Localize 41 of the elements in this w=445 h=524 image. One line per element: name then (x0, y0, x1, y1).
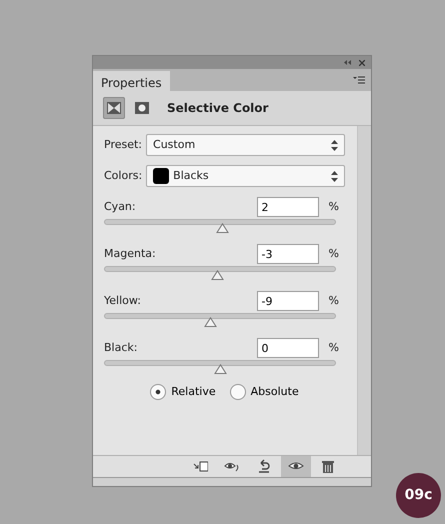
collapse-icon[interactable] (344, 60, 351, 65)
menu-icon[interactable] (353, 76, 365, 84)
slider[interactable] (104, 313, 336, 329)
eye-button[interactable] (281, 456, 311, 477)
clip-to-layer-icon (192, 459, 208, 474)
preset-dropdown[interactable]: Custom (146, 134, 345, 156)
slider-label: Black: (104, 340, 138, 356)
slider-label: Magenta: (104, 246, 156, 262)
scrollbar[interactable] (357, 126, 371, 455)
figure-label: 09c (396, 473, 441, 518)
colors-dropdown[interactable]: Blacks (146, 165, 345, 187)
stepper-icon (331, 170, 338, 182)
value-field[interactable]: 2 (256, 197, 319, 217)
unit-label: % (328, 340, 339, 356)
panel-title: Selective Color (167, 100, 268, 117)
slider-thumb[interactable] (216, 223, 230, 233)
value-field[interactable]: -3 (256, 244, 319, 264)
reset-icon (256, 459, 272, 474)
selective-color-icon[interactable] (103, 97, 125, 119)
slider[interactable] (104, 266, 336, 282)
radio-option[interactable]: Absolute (230, 384, 299, 400)
slider-thumb[interactable] (214, 364, 227, 374)
stepper-icon (331, 140, 338, 150)
slider[interactable] (104, 360, 336, 376)
value-field[interactable]: 0 (256, 338, 319, 358)
slider-label: Yellow: (104, 292, 141, 309)
unit-label: % (328, 198, 339, 215)
resize-grip[interactable] (93, 477, 371, 486)
unit-label: % (328, 246, 339, 262)
slider[interactable] (104, 219, 336, 235)
close-icon[interactable] (359, 60, 365, 66)
preset-label: Preset: (104, 136, 142, 153)
panel-tab[interactable]: Properties (93, 71, 170, 91)
slider-thumb[interactable] (204, 317, 217, 327)
trash-icon (320, 459, 336, 474)
value-field[interactable]: -9 (256, 291, 319, 311)
unit-label: % (328, 292, 339, 309)
slider-label: Cyan: (104, 198, 136, 215)
colors-label: Colors: (104, 168, 142, 184)
slider-thumb[interactable] (210, 270, 224, 280)
radio-option[interactable]: Relative (150, 384, 216, 400)
